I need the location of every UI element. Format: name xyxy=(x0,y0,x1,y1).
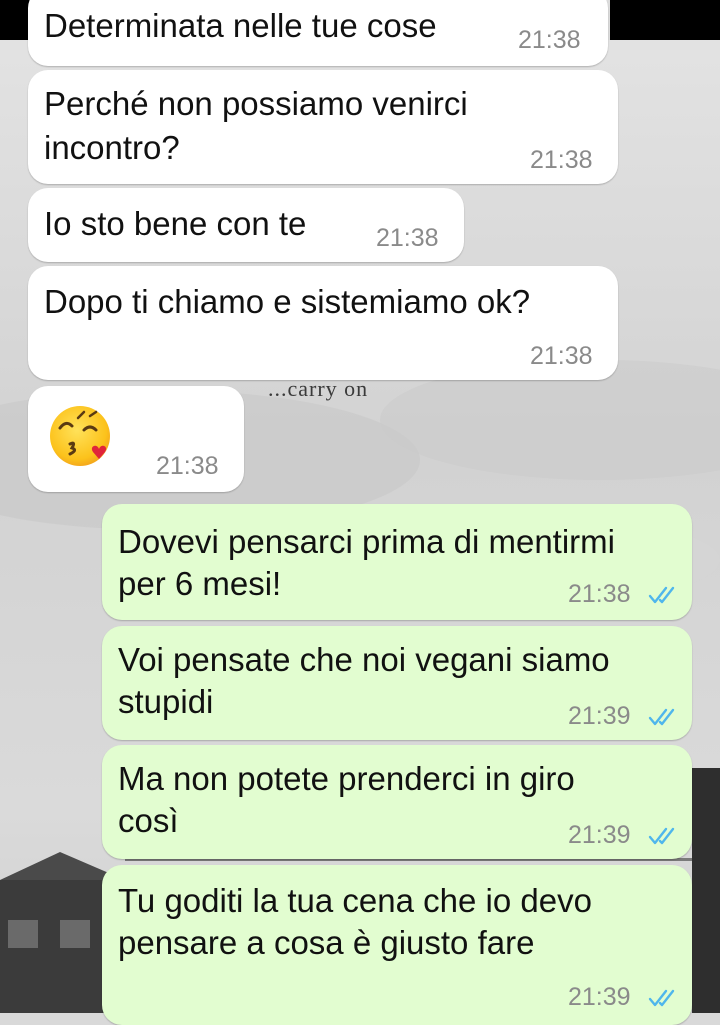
incoming-message[interactable]: Determinata nelle tue cose 21:38 xyxy=(28,0,608,66)
read-receipt-icon xyxy=(648,708,675,726)
message-text: Ma non potete prenderci in giro xyxy=(118,760,575,797)
message-text: Dovevi pensarci prima di mentirmi xyxy=(118,523,615,560)
message-text: Voi pensate che noi vegani siamo xyxy=(118,641,610,678)
message-time: 21:39 xyxy=(568,821,631,849)
message-time: 21:38 xyxy=(530,342,593,370)
message-text: per 6 mesi! xyxy=(118,565,282,602)
face-blowing-a-kiss-icon xyxy=(50,406,110,466)
message-text: Dopo ti chiamo e sistemiamo ok? xyxy=(44,283,531,320)
read-receipt-icon xyxy=(648,827,675,845)
read-receipt-icon xyxy=(648,586,675,604)
message-text: stupidi xyxy=(118,683,214,720)
message-text: Determinata nelle tue cose xyxy=(44,7,437,44)
message-text: così xyxy=(118,802,179,839)
incoming-message[interactable]: Perché non possiamo venirci incontro? 21… xyxy=(28,70,618,184)
outgoing-message[interactable]: Ma non potete prenderci in giro così 21:… xyxy=(102,745,692,859)
message-time: 21:39 xyxy=(568,702,631,730)
message-text: pensare a cosa è giusto fare xyxy=(118,924,535,961)
read-receipt-icon xyxy=(648,989,675,1007)
incoming-message[interactable]: Dopo ti chiamo e sistemiamo ok? 21:38 xyxy=(28,266,618,380)
message-time: 21:38 xyxy=(156,452,219,480)
incoming-emoji-message[interactable]: 21:38 xyxy=(28,386,244,492)
message-time: 21:38 xyxy=(518,26,581,54)
outgoing-message[interactable]: Tu goditi la tua cena che io devo pensar… xyxy=(102,865,692,1025)
outgoing-message[interactable]: Dovevi pensarci prima di mentirmi per 6 … xyxy=(102,504,692,620)
message-text: Io sto bene con te xyxy=(44,205,307,242)
message-text: Tu goditi la tua cena che io devo xyxy=(118,882,592,919)
message-time: 21:38 xyxy=(568,580,631,608)
message-text: Perché non possiamo venirci xyxy=(44,85,468,122)
message-time: 21:38 xyxy=(376,224,439,252)
message-time: 21:38 xyxy=(530,146,593,174)
wallpaper-caption: ...carry on xyxy=(268,376,369,401)
outgoing-message[interactable]: Voi pensate che noi vegani siamo stupidi… xyxy=(102,626,692,740)
message-time: 21:39 xyxy=(568,983,631,1011)
incoming-message[interactable]: Io sto bene con te 21:38 xyxy=(28,188,464,262)
message-text: incontro? xyxy=(44,129,180,166)
